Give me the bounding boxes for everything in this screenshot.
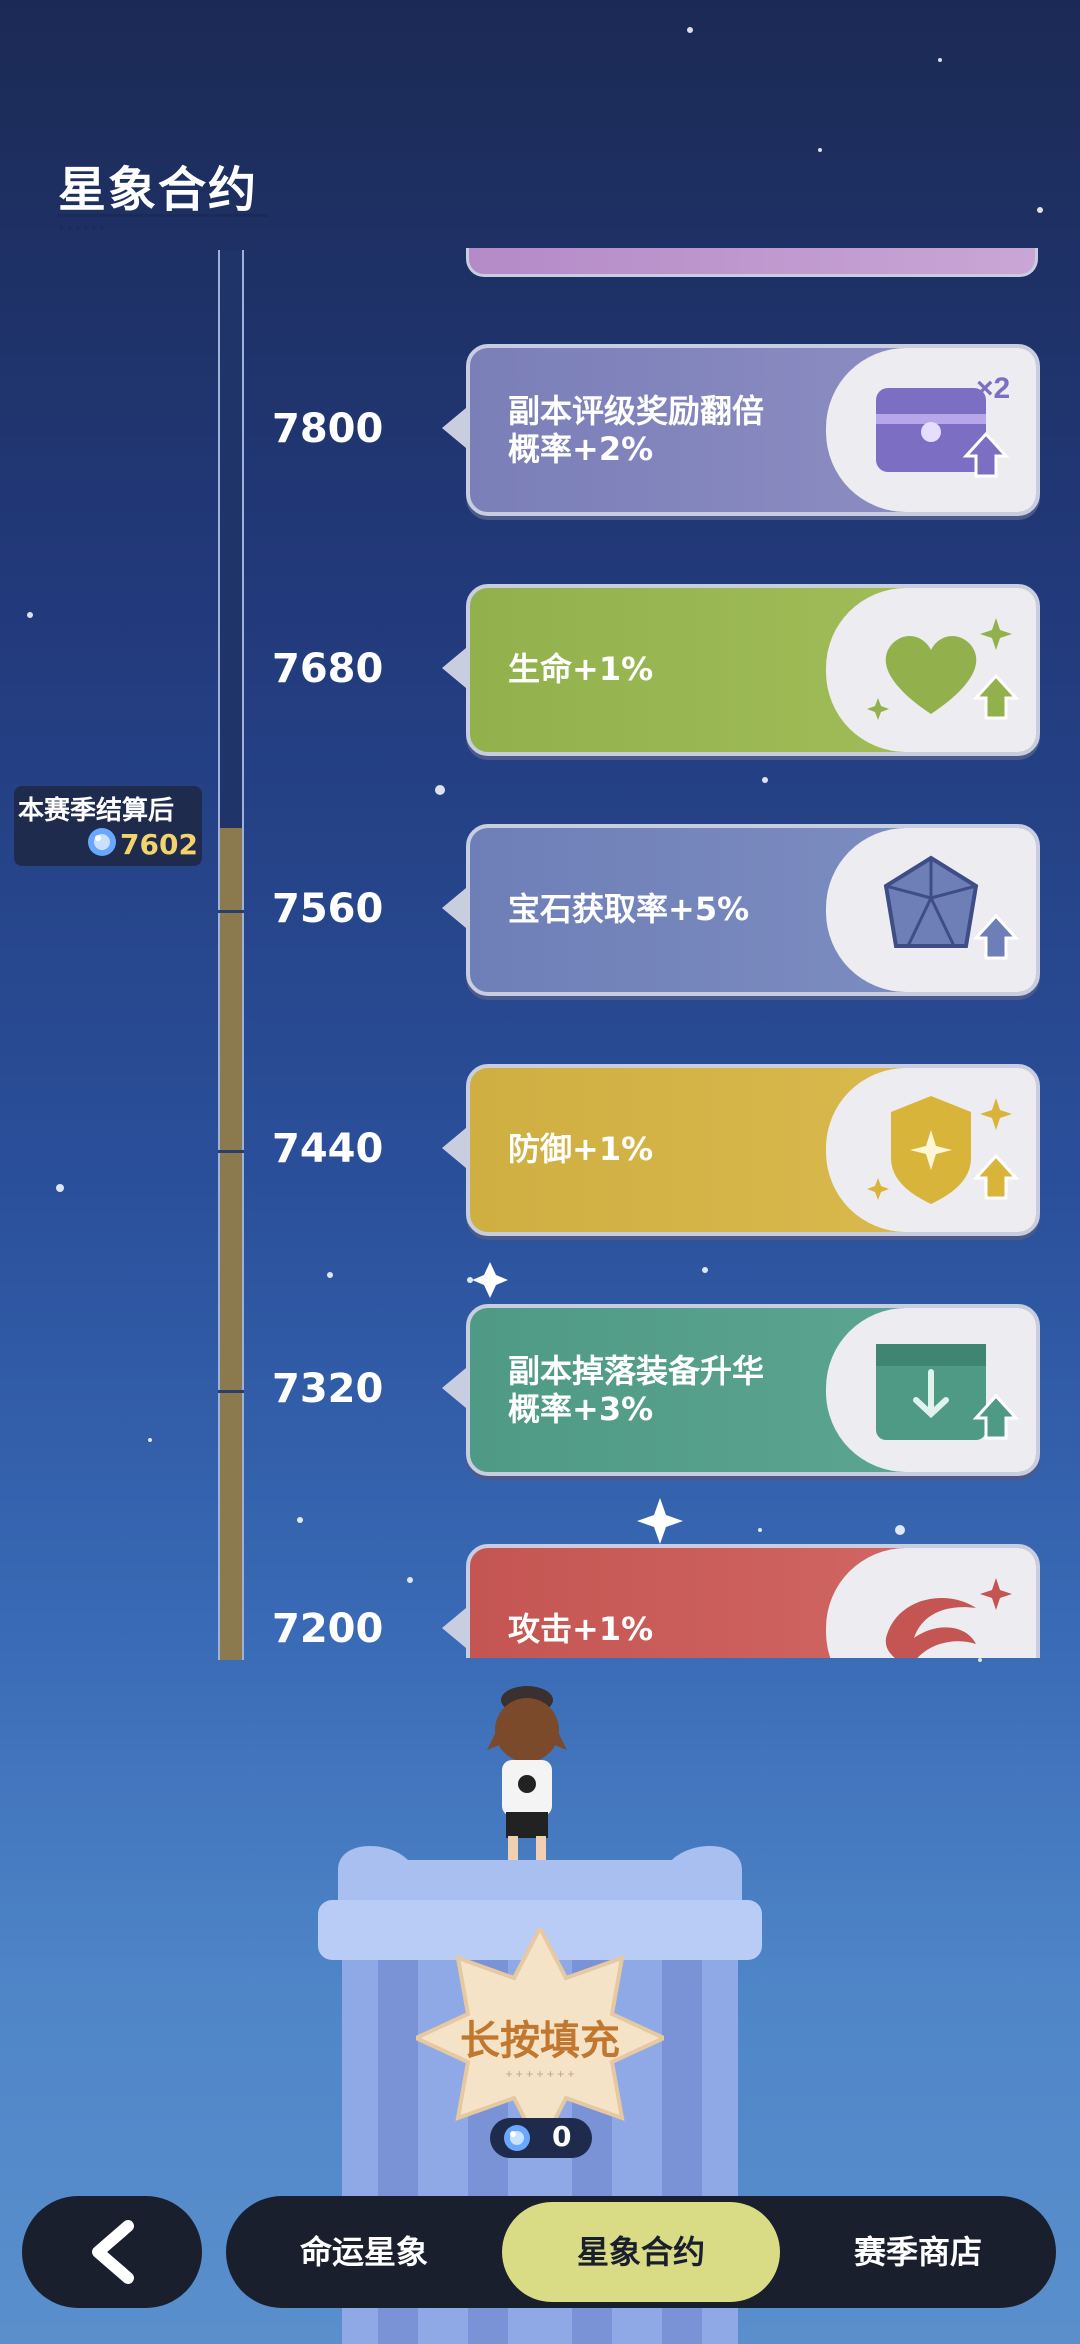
season-value: 7602 <box>120 828 198 861</box>
tier-level: 7320 <box>272 1366 384 1412</box>
season-result-marker: 本赛季结算后 7602 <box>14 786 202 866</box>
currency-counter-value: 0 <box>552 2120 572 2153</box>
tier-label-line2: 概率+2% <box>508 430 654 468</box>
track-tick <box>218 910 244 913</box>
star-gem-icon <box>88 828 116 856</box>
tier-icon-panel <box>826 1068 1036 1232</box>
tier-label-line1: 生命+1% <box>508 650 654 688</box>
tier-pointer <box>442 648 466 688</box>
back-arrow-icon <box>92 2220 134 2284</box>
tier-pointer <box>442 1608 466 1648</box>
bottom-tab-bar: 命运星象 星象合约 赛季商店 <box>226 2196 1056 2308</box>
tab-fate-constellation[interactable]: 命运星象 <box>226 2196 502 2308</box>
tier-label-line1: 攻击+1% <box>508 1610 654 1648</box>
currency-counter: 0 <box>490 2118 592 2158</box>
star-gem-icon <box>504 2125 530 2151</box>
back-button[interactable] <box>22 2196 202 2308</box>
tier-card-7440[interactable]: 防御+1% <box>466 1064 1040 1236</box>
tier-icon-panel: ×2 <box>826 348 1036 512</box>
attack-icon <box>885 1578 1012 1658</box>
tier-card-7680[interactable]: 生命+1% <box>466 584 1040 756</box>
tier-icon-panel <box>826 1308 1036 1472</box>
fill-button-label[interactable]: 长按填充 <box>416 2008 664 2066</box>
tier-icon-panel <box>826 588 1036 752</box>
tier-card-clip: 攻击+1% <box>466 1544 1040 1658</box>
svg-text:+ + + + + + +: + + + + + + + <box>505 2067 574 2081</box>
tier-card-7560[interactable]: 宝石获取率+5% <box>466 824 1040 996</box>
tier-level: 7680 <box>272 646 384 692</box>
tier-label-line2: 概率+3% <box>508 1390 654 1428</box>
tier-pointer <box>442 888 466 928</box>
tier-level: 7560 <box>272 886 384 932</box>
tier-label-line1: 副本掉落装备升华 <box>508 1352 765 1390</box>
tier-level: 7800 <box>272 406 384 452</box>
tier-card-partial <box>466 248 1038 277</box>
tier-pointer <box>442 1128 466 1168</box>
tier-card-7800[interactable]: 副本评级奖励翻倍 概率+2% ×2 <box>466 344 1040 516</box>
tier-pointer <box>442 408 466 448</box>
page-title: 星象合约 <box>58 162 259 218</box>
tab-star-contract[interactable]: 星象合约 <box>502 2196 780 2308</box>
progress-track-fill <box>218 828 244 1660</box>
track-tick <box>218 1390 244 1393</box>
tab-season-shop[interactable]: 赛季商店 <box>780 2196 1056 2308</box>
tier-level: 7440 <box>272 1126 384 1172</box>
tier-label-line1: 副本评级奖励翻倍 <box>508 392 765 430</box>
heart-icon <box>867 618 1020 720</box>
tier-label-line1: 宝石获取率+5% <box>508 890 750 928</box>
tier-icon-panel <box>826 828 1036 992</box>
title-dots: •••••• <box>58 222 107 236</box>
shield-icon <box>867 1096 1020 1204</box>
track-tick <box>218 1150 244 1153</box>
tier-pointer <box>442 1368 466 1408</box>
tier-card-7320[interactable]: 副本掉落装备升华 概率+3% <box>466 1304 1040 1476</box>
chest-x2-icon: ×2 <box>876 372 1010 478</box>
tier-card-7200[interactable]: 攻击+1% <box>466 1544 1040 1658</box>
gem-icon <box>883 855 1020 960</box>
tier-label-line1: 防御+1% <box>508 1130 654 1168</box>
title-underline <box>58 214 268 217</box>
tier-icon-panel <box>826 1548 1036 1658</box>
chest-multiplier: ×2 <box>976 372 1010 405</box>
season-label: 本赛季结算后 <box>18 796 175 826</box>
box-icon <box>876 1344 1020 1440</box>
tier-level: 7200 <box>272 1606 384 1652</box>
